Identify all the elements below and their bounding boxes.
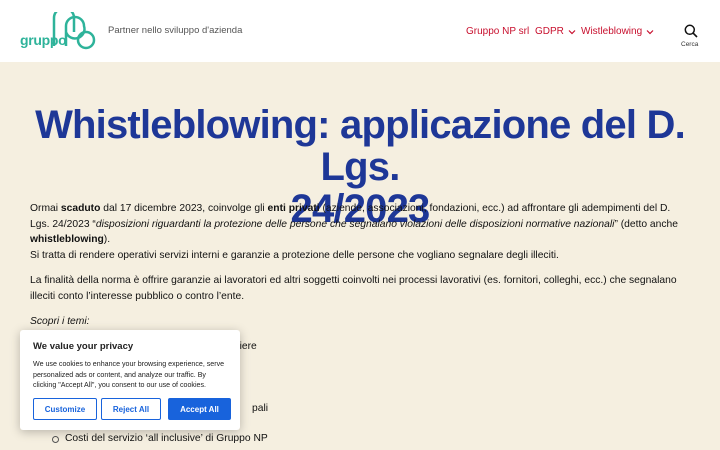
topics-heading: Scopri i temi: <box>30 314 690 330</box>
nav-item-label: Gruppo NP srl <box>466 26 530 37</box>
purpose-paragraph: La finalità della norma è offrire garanz… <box>30 275 677 302</box>
text-span: ). <box>103 234 111 245</box>
page-title-line-1: Whistleblowing: applicazione del D. Lgs. <box>35 103 686 189</box>
text-span: dal 17 dicembre 2023, coinvolge gli <box>100 203 268 214</box>
cookie-title: We value your privacy <box>33 341 134 352</box>
cookie-text: We use cookies to enhance your browsing … <box>33 360 225 389</box>
reject-all-button[interactable]: Reject All <box>101 398 161 420</box>
nav-item-gdpr[interactable]: GDPR <box>535 26 576 37</box>
accept-all-button[interactable]: Accept All <box>168 398 231 420</box>
search-label[interactable]: Cerca <box>681 41 698 48</box>
bold-span: scaduto <box>60 203 101 214</box>
cookie-buttons: Customize Reject All Accept All <box>33 398 231 420</box>
italic-span: disposizioni riguardanti la protezione d… <box>95 218 615 230</box>
logo-text[interactable]: gruppo <box>20 32 67 48</box>
bold-span: whistleblowing <box>30 234 104 245</box>
nav-item-label: GDPR <box>535 26 564 37</box>
bold-span: enti privati <box>267 203 320 214</box>
nav-item-label: Wistleblowing <box>581 26 643 37</box>
chevron-down-icon <box>646 29 654 34</box>
nav-item-gruppo-np[interactable]: Gruppo NP srl <box>466 26 529 37</box>
cookie-consent-banner: We value your privacy We use cookies to … <box>20 330 240 430</box>
search-icon <box>684 24 698 38</box>
text-span: ” (detto anche <box>614 218 678 230</box>
italic-span: Scopri i temi: <box>30 316 90 327</box>
customize-button[interactable]: Customize <box>33 398 97 420</box>
site-header: gruppo Partner nello sviluppo d'azienda … <box>0 0 720 62</box>
topic-link[interactable]: Costi del servizio ‘all inclusive’ di Gr… <box>52 431 690 447</box>
chevron-down-icon <box>568 29 576 34</box>
intro-paragraph: Ormai scaduto dal 17 dicembre 2023, coin… <box>30 201 690 263</box>
nav-item-whistleblowing[interactable]: Wistleblowing <box>581 26 654 37</box>
text-span: Ormai <box>30 203 61 214</box>
text-span: Si tratta di rendere operativi servizi i… <box>30 249 559 261</box>
site-tagline: Partner nello sviluppo d'azienda <box>108 25 243 36</box>
